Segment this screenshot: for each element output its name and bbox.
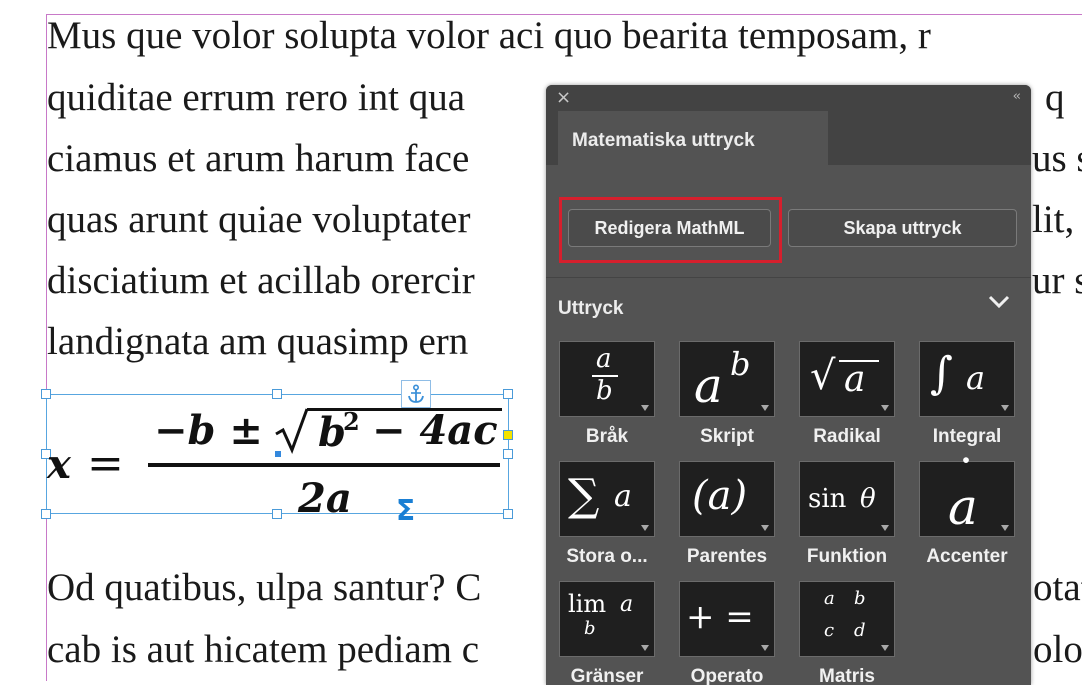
frame-outport-handle[interactable] (503, 430, 513, 440)
chevron-down-icon[interactable] (987, 294, 1011, 310)
fraction-num: a (596, 344, 612, 374)
matrix-a: a (824, 588, 835, 609)
dropdown-arrow-icon (641, 525, 649, 531)
dropdown-arrow-icon (641, 645, 649, 651)
math-expressions-panel: × ‹‹ Matematiska uttryck Redigera MathML… (546, 85, 1031, 685)
lim-sub: b (584, 618, 596, 639)
script-tile[interactable]: a b (679, 341, 775, 417)
equation-exponent: 2 (343, 407, 360, 436)
sum-arg: a (614, 479, 632, 514)
tile-label-large-operator: Stora o... (566, 546, 648, 567)
panel-title-bar[interactable] (546, 85, 1031, 111)
accent-tile[interactable]: ˙ a (919, 456, 1015, 537)
resize-handle-br[interactable] (503, 509, 513, 519)
tile-label-parentheses: Parentes (686, 546, 768, 567)
script-base: a (694, 358, 723, 414)
radical-glyph: √ (810, 353, 836, 399)
lim-glyph: lim (568, 590, 607, 618)
radical-arg: a (844, 359, 866, 400)
resize-handle-bl[interactable] (41, 509, 51, 519)
text-line-5-right[interactable]: ur s (1032, 261, 1082, 300)
text-line-7[interactable]: Od quatibus, ulpa santur? C (47, 568, 481, 607)
text-line-3[interactable]: ciamus et arum harum face (47, 139, 469, 178)
radical-sign-icon (275, 408, 309, 454)
accent-base: a (948, 478, 978, 536)
equation-lhs: x (47, 441, 71, 488)
text-line-8-right[interactable]: olor (1033, 630, 1082, 669)
tile-label-radical: Radikal (813, 426, 881, 447)
matrix-c: c (824, 620, 835, 641)
radical-tile[interactable]: √ a (799, 341, 895, 417)
text-line-2[interactable]: quiditae errum rero int qua (47, 78, 465, 117)
text-line-3-right[interactable]: us s (1032, 139, 1082, 178)
text-line-6[interactable]: landignata am quasimp ern (47, 322, 468, 361)
sum-glyph: ∑ (568, 470, 600, 521)
integral-glyph: ∫ (930, 348, 953, 399)
equation-denominator: 2a (298, 475, 352, 522)
tile-label-script: Skript (700, 426, 754, 447)
edit-mathml-button[interactable]: Redigera MathML (568, 209, 771, 247)
function-tile[interactable]: sin θ (799, 461, 895, 537)
tile-label-integral: Integral (932, 426, 1002, 447)
script-sup: b (730, 345, 751, 383)
anchor-icon[interactable] (401, 380, 431, 408)
resize-handle-tl[interactable] (41, 389, 51, 399)
close-icon[interactable]: × (556, 89, 571, 107)
tile-label-operator: Operato (690, 666, 764, 685)
tile-label-fraction: Bråk (585, 426, 629, 447)
text-line-8[interactable]: cab is aut hicatem pediam c (47, 630, 479, 669)
fraction-bar (148, 463, 500, 467)
equation-numerator-prefix: −b ± (154, 407, 263, 454)
dropdown-arrow-icon (1001, 525, 1009, 531)
dropdown-arrow-icon (881, 405, 889, 411)
tab-label: Matematiska uttryck (572, 130, 755, 151)
paren-glyph: (a) (692, 473, 748, 519)
section-label: Uttryck (558, 298, 624, 319)
integral-arg: a (966, 359, 986, 397)
dropdown-arrow-icon (881, 645, 889, 651)
parentheses-tile[interactable]: (a) (679, 461, 775, 537)
lim-arg: a (620, 592, 634, 617)
text-line-2-right[interactable]: q (1045, 78, 1065, 117)
text-line-4-right[interactable]: lit, (1032, 200, 1074, 239)
matrix-d: d (854, 620, 866, 641)
tile-label-accent: Accenter (926, 546, 1008, 567)
dropdown-arrow-icon (1001, 405, 1009, 411)
resize-handle-bm[interactable] (272, 509, 282, 519)
resize-handle-tr[interactable] (503, 389, 513, 399)
divider (546, 277, 1031, 278)
func-glyph: sin (808, 484, 847, 514)
matrix-b: b (854, 588, 866, 609)
matrix-tile[interactable]: a b c d (799, 581, 895, 657)
limits-tile[interactable]: lim a b (559, 581, 655, 657)
ops-glyph: + = (686, 597, 754, 637)
dropdown-arrow-icon (881, 525, 889, 531)
dropdown-arrow-icon (761, 645, 769, 651)
sigma-icon[interactable]: Σ (396, 497, 415, 525)
text-line-1[interactable]: Mus que volor solupta volor aci quo bear… (47, 16, 931, 55)
fraction-tile[interactable]: a b (559, 341, 655, 417)
tile-label-matrix: Matris (819, 666, 875, 685)
dropdown-arrow-icon (641, 405, 649, 411)
dropdown-arrow-icon (761, 525, 769, 531)
tile-label-function: Funktion (806, 546, 888, 567)
equation-equals: = (87, 438, 124, 489)
text-line-4[interactable]: quas arunt quiae voluptater (47, 200, 470, 239)
text-line-5[interactable]: disciatium et acillab orercir (47, 261, 475, 300)
equation-radicand: b (318, 409, 346, 456)
integral-tile[interactable]: ∫ a (919, 341, 1015, 417)
create-expression-button[interactable]: Skapa uttryck (788, 209, 1017, 247)
text-line-7-right[interactable]: otat (1033, 568, 1082, 607)
resize-handle-tm[interactable] (272, 389, 282, 399)
tile-label-limits: Gränser (570, 666, 644, 685)
dropdown-arrow-icon (761, 405, 769, 411)
tab-math-expressions[interactable]: Matematiska uttryck (558, 111, 828, 166)
func-arg: θ (860, 484, 876, 514)
collapse-icon[interactable]: ‹‹ (1013, 90, 1022, 103)
resize-handle-mr[interactable] (503, 449, 513, 459)
fraction-den: b (596, 376, 613, 406)
large-operator-tile[interactable]: ∑ a (559, 461, 655, 537)
operator-tile[interactable]: + = (679, 581, 775, 657)
equation-radicand-rest: − 4ac (372, 407, 498, 454)
